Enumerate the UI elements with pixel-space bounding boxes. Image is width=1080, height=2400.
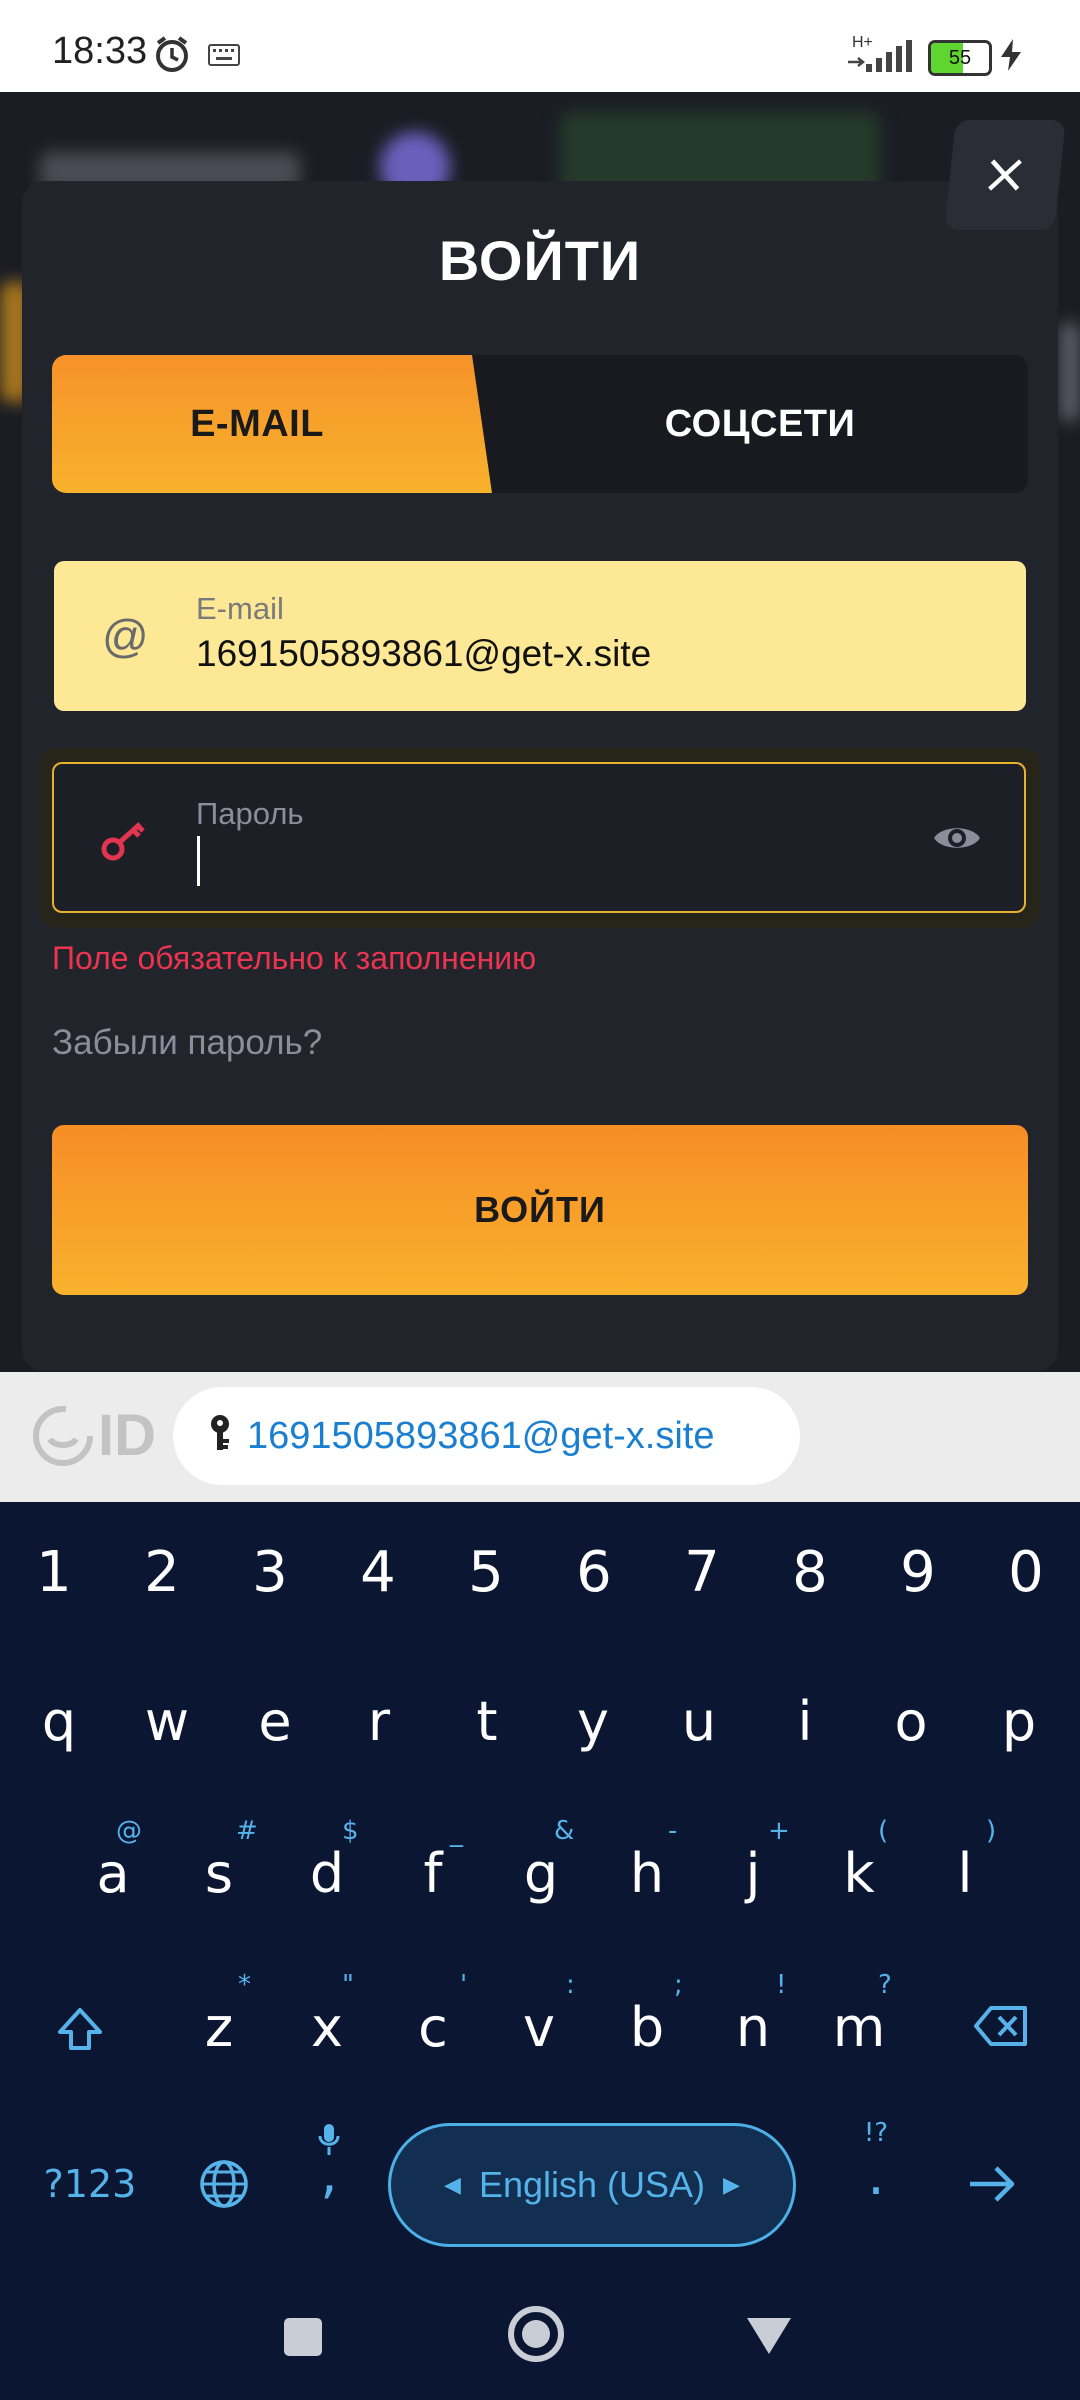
modal-title: ВОЙТИ: [438, 229, 642, 292]
login-button-label: ВОЙТИ: [474, 1189, 606, 1230]
tab-social[interactable]: СОЦСЕТИ: [492, 355, 1028, 493]
battery-level: 55: [948, 47, 972, 69]
language-prev-icon: ◀: [444, 2172, 461, 2197]
symbols-key[interactable]: ?123: [36, 2162, 144, 2206]
autofill-suggestion-text: 1691505893861@get-x.site: [247, 1414, 715, 1457]
email-field[interactable]: @ E-mail 1691505893861@get-x.site: [54, 561, 1026, 711]
key-j[interactable]: + j: [718, 1816, 789, 1905]
key-b[interactable]: ; b: [612, 1970, 683, 2059]
autofill-suggestion[interactable]: 1691505893861@get-x.site: [173, 1387, 800, 1485]
close-button[interactable]: [944, 120, 1066, 230]
key-z[interactable]: * z: [184, 1970, 254, 2059]
key-a[interactable]: @ a: [78, 1816, 148, 1905]
status-bar: 18:33 H+ 55: [0, 0, 1080, 92]
globe-icon: [200, 2160, 248, 2208]
key-l[interactable]: ) l: [930, 1816, 1000, 1905]
at-icon: @: [102, 610, 149, 662]
backspace-key[interactable]: [966, 2004, 1036, 2052]
key-1[interactable]: 1: [24, 1540, 84, 1605]
id-smile-icon: [33, 1405, 93, 1466]
comma-key[interactable]: ,: [304, 2122, 354, 2205]
backspace-icon: [974, 2006, 1027, 2046]
text-cursor: [197, 836, 200, 886]
key-3[interactable]: 3: [240, 1540, 300, 1605]
key-n[interactable]: ! n: [718, 1970, 788, 2059]
key-k[interactable]: (k: [824, 1816, 894, 1905]
id-logo: ID: [32, 1402, 156, 1469]
key-d[interactable]: $ d: [292, 1816, 362, 1905]
key-t[interactable]: t: [452, 1690, 522, 1753]
autofill-bar: ID 1691505893861@get-x.site: [0, 1372, 1080, 1502]
language-next-icon: ▶: [723, 2172, 740, 2197]
spacebar-language: English (USA): [478, 2164, 706, 2205]
home-button[interactable]: [506, 2304, 566, 2369]
triangle-down-icon: [747, 2318, 791, 2354]
key-x[interactable]: " x: [292, 1970, 362, 2059]
recents-button[interactable]: [282, 2316, 324, 2363]
tab-email-label: E-MAIL: [190, 402, 324, 445]
tab-social-label: СОЦСЕТИ: [664, 402, 856, 445]
eye-icon[interactable]: [932, 820, 982, 861]
password-field[interactable]: Пароль: [52, 762, 1026, 913]
login-tabs: E-MAIL СОЦСЕТИ: [52, 355, 1028, 493]
password-label: Пароль: [196, 796, 304, 831]
back-button[interactable]: [744, 2314, 794, 2363]
key-4[interactable]: 4: [348, 1540, 408, 1605]
arrow-right-icon: [970, 2166, 1015, 2202]
enter-key[interactable]: [962, 2162, 1022, 2210]
network-type: H+: [852, 34, 873, 51]
language-key[interactable]: [194, 2158, 254, 2214]
key-m[interactable]: ? m: [824, 1970, 894, 2059]
key-p[interactable]: p: [984, 1690, 1054, 1753]
keyboard-icon: [208, 44, 240, 71]
login-button[interactable]: ВОЙТИ: [52, 1125, 1028, 1295]
key-6[interactable]: 6: [564, 1540, 624, 1605]
email-value: 1691505893861@get-x.site: [196, 633, 652, 674]
tab-email[interactable]: E-MAIL: [52, 355, 492, 493]
period-key[interactable]: !? .: [846, 2118, 906, 2207]
key-c[interactable]: ' c: [398, 1970, 468, 2059]
email-label: E-mail: [196, 591, 284, 626]
key-q[interactable]: q: [24, 1690, 94, 1753]
key-w[interactable]: w: [132, 1690, 202, 1753]
key-2[interactable]: 2: [132, 1540, 192, 1605]
battery-icon: 55: [928, 40, 992, 76]
key-y[interactable]: y: [558, 1690, 628, 1753]
keyboard: 1 2 3 4 5 6 7 8 9 0 q w e r t y u i o p …: [0, 1502, 1080, 2400]
key-o[interactable]: o: [876, 1690, 946, 1753]
password-error: Поле обязательно к заполнению: [52, 940, 537, 976]
key-5[interactable]: 5: [456, 1540, 516, 1605]
shift-icon: [58, 2008, 102, 2050]
key-7[interactable]: 7: [672, 1540, 732, 1605]
forgot-password-link[interactable]: Забыли пароль?: [52, 1023, 322, 1063]
close-icon: [988, 159, 1022, 191]
key-r[interactable]: r: [344, 1690, 414, 1753]
key-8[interactable]: 8: [780, 1540, 840, 1605]
key-s[interactable]: # s: [184, 1816, 258, 1905]
home-circle-icon: [508, 2306, 564, 2362]
key-i[interactable]: i: [770, 1690, 840, 1753]
key-h[interactable]: -h: [612, 1816, 682, 1905]
key-fill-icon: [207, 1414, 233, 1459]
key-u[interactable]: u: [664, 1690, 734, 1753]
key-g[interactable]: & g: [506, 1816, 576, 1905]
square-icon: [284, 2318, 322, 2356]
charging-icon: [998, 38, 1024, 77]
key-v[interactable]: :v: [504, 1970, 575, 2059]
alarm-icon: [152, 34, 192, 79]
shift-key[interactable]: [50, 2004, 110, 2060]
key-0[interactable]: 0: [996, 1540, 1056, 1605]
id-logo-text: ID: [98, 1403, 156, 1468]
key-e[interactable]: e: [240, 1690, 310, 1753]
spacebar[interactable]: ◀ English (USA) ▶: [388, 2123, 796, 2247]
key-9[interactable]: 9: [888, 1540, 948, 1605]
signal-icon: H+: [846, 34, 916, 81]
key-f[interactable]: _ f: [398, 1818, 468, 1905]
status-time: 18:33: [52, 30, 148, 72]
key-icon: [100, 816, 148, 869]
